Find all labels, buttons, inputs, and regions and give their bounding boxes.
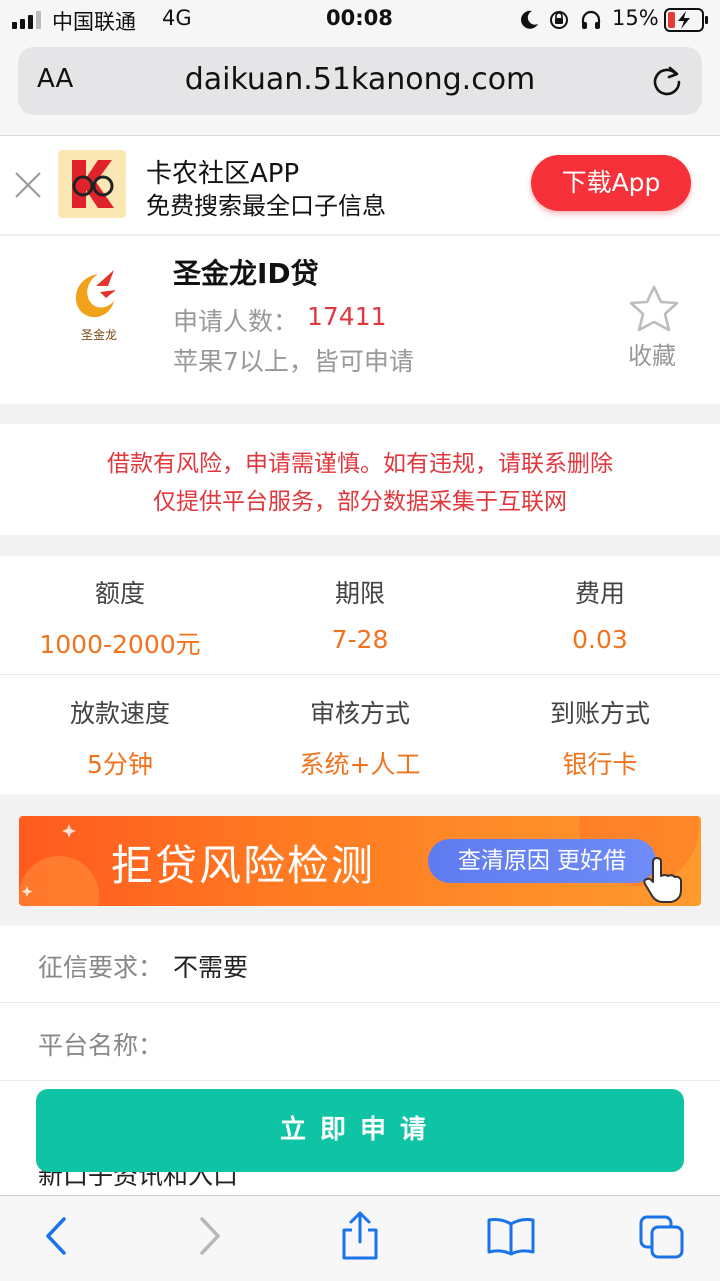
product-header: 圣金龙 圣金龙ID贷 申请人数： 17411 苹果7以上，皆可申请 收藏 <box>0 236 720 404</box>
stat-payout-method: 到账方式 银行卡 <box>480 694 720 781</box>
headphones-icon <box>581 10 601 29</box>
url-text[interactable]: daikuan.51kanong.com <box>18 62 702 97</box>
stat-review-method: 审核方式 系统+人工 <box>240 694 480 781</box>
stat-value: 7-28 <box>331 625 389 654</box>
hand-pointer-icon <box>643 857 682 903</box>
banner-pill[interactable]: 查清原因 更好借 <box>428 839 656 883</box>
back-icon[interactable] <box>40 1216 72 1256</box>
orientation-lock-icon <box>550 11 568 29</box>
credit-label: 征信要求： <box>38 953 164 982</box>
battery-charging-icon <box>664 8 708 32</box>
stat-label: 额度 <box>94 579 145 608</box>
divider <box>0 1080 720 1081</box>
banner-title: 拒贷风险检测 <box>111 841 376 890</box>
favorite-label: 收藏 <box>628 342 676 370</box>
favorite-button[interactable]: 收藏 <box>620 284 686 374</box>
credit-value: 不需要 <box>173 953 249 982</box>
stat-disbursement-speed: 放款速度 5分钟 <box>0 694 240 781</box>
divider <box>0 1002 720 1003</box>
signal-icon <box>12 11 41 29</box>
stat-label: 审核方式 <box>309 699 410 728</box>
stat-amount: 额度 1000-2000元 <box>0 574 240 661</box>
address-bar[interactable]: AA daikuan.51kanong.com <box>18 47 702 115</box>
close-icon[interactable] <box>14 171 42 199</box>
risk-check-banner[interactable]: 拒贷风险检测 查清原因 更好借 <box>19 816 701 906</box>
browser-address-area: AA daikuan.51kanong.com <box>0 40 720 136</box>
apply-now-button[interactable]: 立即申请 <box>36 1089 684 1172</box>
carrier-name: 中国联通 <box>52 10 136 34</box>
banner-subtitle: 免费搜索最全口子信息 <box>146 192 386 220</box>
app-download-banner: 卡农社区APP 免费搜索最全口子信息 下载App <box>0 136 720 235</box>
star-icon <box>629 285 679 332</box>
stat-label: 期限 <box>334 579 385 608</box>
stats-divider <box>0 674 720 675</box>
notice-line-1: 借款有风险，申请需谨慎。如有违规，请联系删除 <box>107 451 613 477</box>
stat-value: 1000-2000元 <box>39 630 201 659</box>
stat-fee: 费用 0.03 <box>480 574 720 654</box>
platform-label: 平台名称： <box>38 1031 164 1060</box>
dragon-logo-icon <box>75 270 116 318</box>
applicants-count: 17411 <box>307 302 387 331</box>
app-logo <box>58 150 126 218</box>
stat-label: 费用 <box>574 579 625 608</box>
info-section: 征信要求： 不需要 平台名称： 新口子资讯和入口 <box>0 926 720 1226</box>
stat-label: 放款速度 <box>69 699 170 728</box>
product-logo: 圣金龙 <box>66 264 132 344</box>
stat-value: 银行卡 <box>562 750 638 779</box>
loan-stats: 额度 1000-2000元 期限 7-28 费用 0.03 放款速度 5分钟 审… <box>0 556 720 794</box>
browser-toolbar <box>0 1195 720 1281</box>
status-bar: 中国联通 4G 00:08 15% <box>0 0 720 40</box>
network-type: 4G <box>162 6 192 30</box>
battery-percent: 15% <box>612 6 659 30</box>
stat-term: 期限 7-28 <box>240 574 480 654</box>
share-icon[interactable] <box>338 1210 382 1262</box>
forward-icon[interactable] <box>194 1216 226 1256</box>
download-app-button[interactable]: 下载App <box>531 155 691 211</box>
notice-line-2: 仅提供平台服务，部分数据采集于互联网 <box>153 489 567 515</box>
risk-notice: 借款有风险，申请需谨慎。如有违规，请联系删除 仅提供平台服务，部分数据采集于互联… <box>0 424 720 535</box>
product-requirement: 苹果7以上，皆可申请 <box>173 347 414 376</box>
product-logo-text: 圣金龙 <box>80 328 117 342</box>
clock: 00:08 <box>326 6 393 30</box>
moon-icon <box>521 10 538 29</box>
reload-icon[interactable] <box>650 65 684 99</box>
bookmarks-icon[interactable] <box>486 1216 536 1256</box>
banner-title: 卡农社区APP <box>146 159 300 189</box>
applicants-label: 申请人数： <box>173 307 299 336</box>
tabs-icon[interactable] <box>638 1214 686 1260</box>
stat-value: 5分钟 <box>87 750 153 779</box>
kanong-logo-icon <box>72 160 114 208</box>
stat-value: 系统+人工 <box>299 750 421 779</box>
stat-value: 0.03 <box>572 625 628 654</box>
stat-label: 到账方式 <box>549 699 650 728</box>
product-name: 圣金龙ID贷 <box>173 257 319 290</box>
